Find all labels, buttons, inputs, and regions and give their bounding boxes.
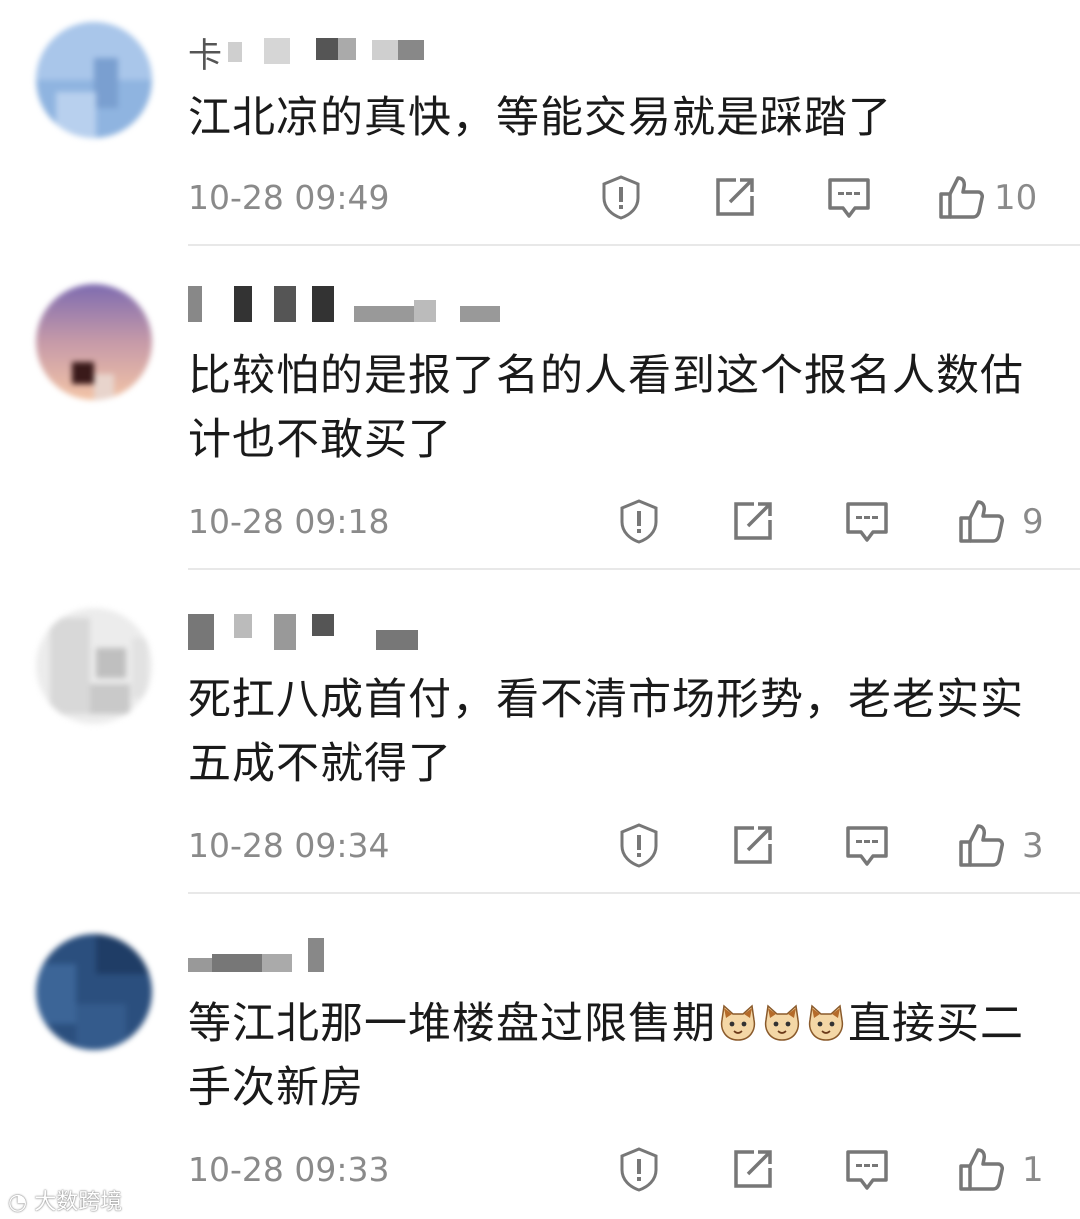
reply-icon[interactable] xyxy=(826,174,872,220)
comment-meta: 10-28 09:34 3 xyxy=(188,822,1044,868)
comment-text: 江北凉的真快，等能交易就是踩踏了 xyxy=(188,93,892,143)
comment-time: 10-28 09:34 xyxy=(188,826,390,865)
avatar[interactable] xyxy=(36,934,152,1050)
username[interactable]: 卡 xyxy=(188,34,428,76)
comment-meta: 10-28 09:18 9 xyxy=(188,498,1044,544)
like-count: 1 xyxy=(1022,1150,1044,1190)
thumbs-up-icon[interactable] xyxy=(958,498,1004,544)
divider xyxy=(188,568,1080,570)
cat-emoji-icon xyxy=(762,998,802,1041)
like-count: 9 xyxy=(1022,502,1044,542)
thumbs-up-icon[interactable] xyxy=(958,1146,1004,1192)
comment-text: 等江北那一堆楼盘过限售期 直接买二手次新房 xyxy=(188,992,1058,1120)
report-icon[interactable] xyxy=(616,498,662,544)
comment-text-part: 等江北那一堆楼盘过限售期 xyxy=(188,999,716,1049)
watermark-logo-icon: ◔ xyxy=(8,1190,28,1215)
comment-text: 比较怕的是报了名的人看到这个报名人数估计也不敢买了 xyxy=(188,351,1024,465)
share-icon[interactable] xyxy=(730,1146,776,1192)
comment-time: 10-28 09:49 xyxy=(188,178,390,217)
username[interactable] xyxy=(188,608,428,650)
like-count: 3 xyxy=(1022,826,1044,866)
comment-time: 10-28 09:18 xyxy=(188,502,390,541)
thumbs-up-icon[interactable] xyxy=(958,822,1004,868)
report-icon[interactable] xyxy=(598,174,644,220)
avatar[interactable] xyxy=(36,284,152,400)
reply-icon[interactable] xyxy=(844,1146,890,1192)
cat-emoji-icon xyxy=(718,998,758,1041)
comment-meta: 10-28 09:49 10 xyxy=(188,174,1044,220)
avatar[interactable] xyxy=(36,22,152,138)
watermark-text: 大数跨境 xyxy=(34,1190,123,1215)
comment-meta: 10-28 09:33 1 xyxy=(188,1146,1044,1192)
share-icon[interactable] xyxy=(730,822,776,868)
comment-text: 死扛八成首付，看不清市场形势，老老实实五成不就得了 xyxy=(188,675,1024,789)
share-icon[interactable] xyxy=(712,174,758,220)
username[interactable] xyxy=(188,938,348,972)
divider xyxy=(188,892,1080,894)
reply-icon[interactable] xyxy=(844,822,890,868)
report-icon[interactable] xyxy=(616,1146,662,1192)
like-count: 10 xyxy=(994,178,1038,218)
divider xyxy=(188,244,1080,246)
share-icon[interactable] xyxy=(730,498,776,544)
report-icon[interactable] xyxy=(616,822,662,868)
username-text: 卡 xyxy=(188,36,222,76)
comment-time: 10-28 09:33 xyxy=(188,1150,390,1189)
username[interactable] xyxy=(188,286,508,322)
watermark: ◔ 大数跨境 xyxy=(8,1184,122,1216)
avatar[interactable] xyxy=(36,608,152,724)
cat-emoji-icon xyxy=(806,998,846,1041)
reply-icon[interactable] xyxy=(844,498,890,544)
thumbs-up-icon[interactable] xyxy=(938,174,984,220)
